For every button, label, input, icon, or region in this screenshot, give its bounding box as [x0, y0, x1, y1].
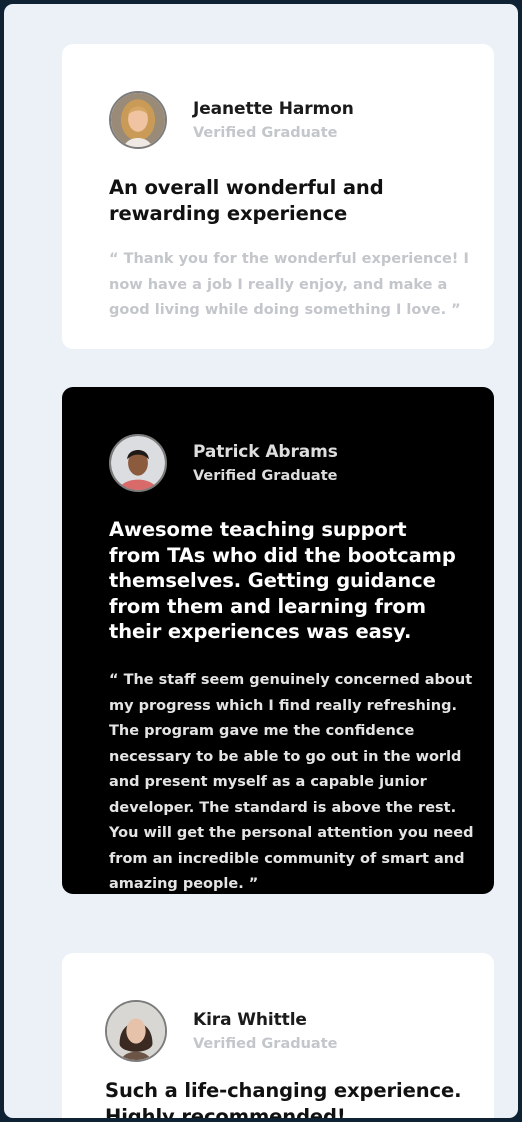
- author-name: Patrick Abrams: [193, 441, 338, 462]
- testimonials-viewport[interactable]: Jeanette Harmon Verified Graduate An ove…: [4, 4, 518, 1118]
- testimonial-headline: Such a life-changing experience. Highly …: [105, 1079, 462, 1118]
- testimonial-headline: Awesome teaching support from TAs who di…: [109, 518, 456, 643]
- testimonial-quote: “ The staff seem genuinely concerned abo…: [109, 672, 474, 892]
- avatar: [109, 434, 167, 492]
- testimonial-author: Kira Whittle Verified Graduate: [105, 1000, 337, 1062]
- avatar: [105, 1000, 167, 1062]
- author-status: Verified Graduate: [193, 467, 338, 484]
- author-name: Jeanette Harmon: [193, 98, 354, 119]
- testimonial-headline: An overall wonderful and rewarding exper…: [109, 176, 384, 225]
- testimonial-author: Patrick Abrams Verified Graduate: [109, 434, 338, 492]
- testimonial-author: Jeanette Harmon Verified Graduate: [109, 91, 354, 149]
- author-name: Kira Whittle: [193, 1009, 307, 1030]
- avatar: [109, 91, 167, 149]
- author-status: Verified Graduate: [193, 124, 338, 141]
- author-status: Verified Graduate: [193, 1035, 338, 1052]
- testimonial-card: Jeanette Harmon Verified Graduate An ove…: [62, 44, 494, 349]
- testimonial-quote: “ Thank you for the wonderful experience…: [109, 251, 469, 318]
- testimonial-card: Patrick Abrams Verified Graduate Awesome…: [62, 387, 494, 894]
- testimonial-card: Kira Whittle Verified Graduate Such a li…: [62, 953, 494, 1118]
